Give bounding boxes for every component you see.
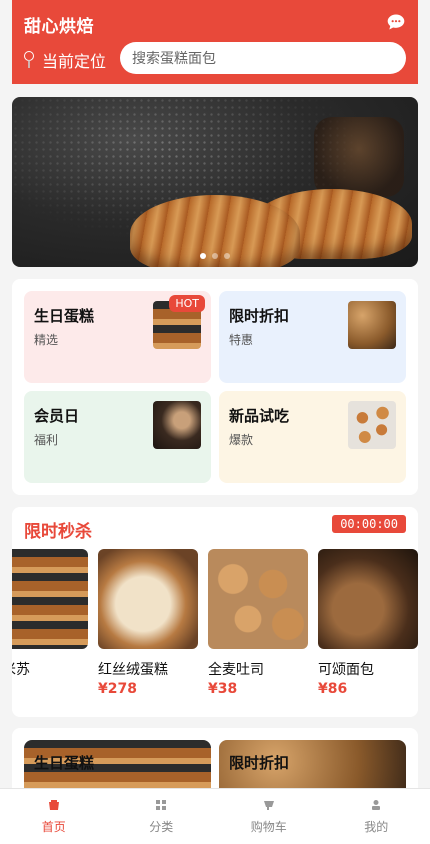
- product-price: 30: [12, 681, 88, 697]
- category-subtitle: 爆款: [229, 433, 254, 447]
- category-tile-discount[interactable]: 限时折扣 特惠: [219, 291, 406, 383]
- location-label: 当前定位: [42, 52, 107, 71]
- brand-title: 甜心烘焙: [24, 17, 94, 37]
- category-subtitle: 特惠: [229, 333, 254, 347]
- category-tile-birthday-cake[interactable]: 生日蛋糕 精选 HOT: [24, 291, 211, 383]
- tab-profile[interactable]: 我的: [323, 789, 430, 844]
- product-name: 红丝绒蛋糕: [98, 662, 168, 678]
- product-name: 拉米苏: [12, 662, 30, 678]
- product-price: ¥38: [208, 681, 238, 697]
- tab-label: 我的: [364, 820, 389, 834]
- product-name: 全麦吐司: [208, 662, 264, 678]
- indicator-dot[interactable]: [200, 253, 206, 259]
- category-tile-new-trial[interactable]: 新品试吃 爆款: [219, 391, 406, 483]
- product-image: [12, 549, 88, 649]
- product-price: ¥278: [98, 681, 137, 697]
- featured-title: 生日蛋糕: [34, 754, 95, 772]
- app-header: 甜心烘焙 当前定位 搜索蛋糕面包: [12, 0, 418, 84]
- location-pin-icon: [24, 51, 34, 68]
- product-price: ¥86: [318, 681, 348, 697]
- search-input[interactable]: 搜索蛋糕面包: [120, 42, 406, 74]
- category-tile-member-day[interactable]: 会员日 福利: [24, 391, 211, 483]
- tab-home[interactable]: 首页: [0, 789, 108, 844]
- category-thumbnail: [348, 301, 396, 349]
- countdown-timer: 00:00:00: [332, 515, 406, 533]
- banner-indicator: [200, 253, 230, 259]
- product-card[interactable]: 可颂面包 ¥86: [318, 549, 418, 697]
- tab-label: 购物车: [250, 820, 287, 834]
- product-card[interactable]: 红丝绒蛋糕 ¥278: [98, 549, 198, 697]
- category-thumbnail: [153, 401, 201, 449]
- category-title: 生日蛋糕: [34, 307, 95, 325]
- location-selector[interactable]: 当前定位: [22, 48, 106, 72]
- cart-icon: [263, 801, 274, 810]
- category-title: 限时折扣: [229, 307, 290, 325]
- flash-sale-title: 限时秒杀: [24, 522, 92, 542]
- featured-title: 限时折扣: [229, 754, 290, 772]
- user-icon: [372, 800, 381, 810]
- tab-label: 首页: [41, 820, 66, 834]
- indicator-dot[interactable]: [224, 253, 230, 259]
- category-title: 会员日: [34, 407, 80, 425]
- indicator-dot[interactable]: [212, 253, 218, 259]
- product-image: [318, 549, 418, 649]
- tab-cart[interactable]: 购物车: [215, 789, 323, 844]
- home-icon: [48, 800, 59, 810]
- category-grid: 生日蛋糕 精选 HOT 限时折扣 特惠 会员日 福利 新品试吃 爆款: [12, 279, 418, 495]
- category-subtitle: 福利: [34, 433, 59, 447]
- category-thumbnail: [348, 401, 396, 449]
- tab-category[interactable]: 分类: [108, 789, 216, 844]
- category-title: 新品试吃: [229, 407, 290, 425]
- tab-label: 分类: [149, 820, 174, 834]
- product-image: [98, 549, 198, 649]
- bottom-tab-bar: 首页 分类 购物车 我的: [0, 788, 430, 844]
- product-card[interactable]: 拉米苏 30: [12, 549, 88, 697]
- category-subtitle: 精选: [34, 333, 59, 347]
- message-icon[interactable]: [386, 12, 406, 32]
- category-icon: [156, 800, 167, 810]
- hot-badge: HOT: [169, 295, 205, 312]
- search-placeholder: 搜索蛋糕面包: [132, 51, 216, 67]
- product-name: 可颂面包: [318, 662, 374, 678]
- flash-sale-section: 限时秒杀 00:00:00 拉米苏 30 红丝绒蛋糕 ¥278 全麦吐司 ¥38…: [12, 507, 418, 717]
- product-card[interactable]: 全麦吐司 ¥38: [208, 549, 308, 697]
- promo-banner[interactable]: [12, 97, 418, 267]
- product-image: [208, 549, 308, 649]
